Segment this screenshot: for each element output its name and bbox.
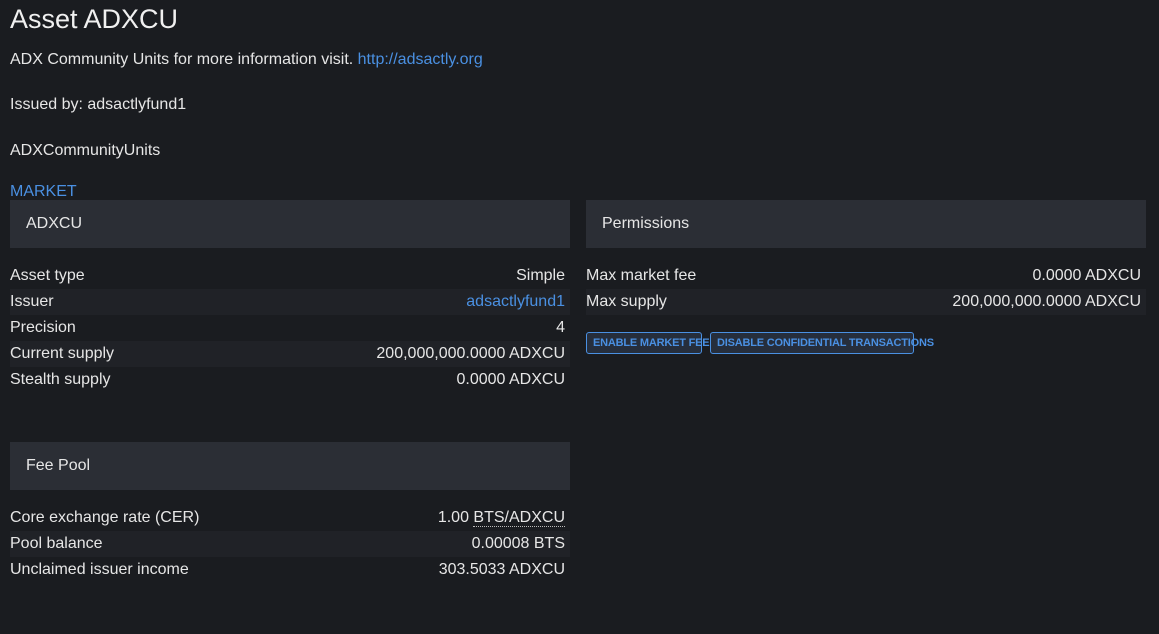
table-row: Core exchange rate (CER) 1.00 BTS/ADXCU [10, 505, 570, 531]
issued-by: Issued by: adsactlyfund1 [10, 96, 187, 113]
row-value: 4 [556, 319, 565, 336]
row-label: Stealth supply [10, 371, 111, 388]
fee-pool-panel-header: Fee Pool [10, 442, 570, 490]
summary-panel-header: ADXCU [10, 200, 570, 248]
row-value: 303.5033 ADXCU [438, 561, 565, 578]
summary-table: Asset type Simple Issuer adsactlyfund1 P… [10, 263, 570, 393]
row-value: 0.00008 BTS [471, 535, 565, 552]
row-value: 0.0000 ADXCU [456, 371, 565, 388]
row-label: Current supply [10, 345, 115, 362]
fee-pool-table: Core exchange rate (CER) 1.00 BTS/ADXCU … [10, 505, 570, 583]
page-title: Asset ADXCU [10, 4, 179, 34]
asset-short-name: ADXCommunityUnits [10, 142, 161, 159]
row-value: 200,000,000.0000 ADXCU [376, 345, 565, 362]
row-value: 0.0000 ADXCU [1032, 267, 1141, 284]
row-label: Max supply [586, 293, 667, 310]
cer-unit: BTS/ADXCU [473, 509, 565, 527]
market-link[interactable]: MARKET [10, 183, 77, 201]
row-value: Simple [516, 267, 565, 284]
issuer-link[interactable]: adsactlyfund1 [466, 289, 565, 315]
enable-market-fee-button[interactable]: ENABLE MARKET FEE [586, 332, 710, 354]
row-label: Max market fee [586, 267, 697, 284]
table-row: Asset type Simple [10, 263, 570, 289]
row-value: 200,000,000.0000 ADXCU [952, 293, 1141, 310]
table-row: Issuer adsactlyfund1 [10, 289, 570, 315]
description-link[interactable]: http://adsactly.org [358, 51, 483, 68]
row-label: Precision [10, 319, 76, 336]
row-label: Issuer [10, 293, 54, 310]
row-label: Core exchange rate (CER) [10, 509, 200, 526]
table-row: Stealth supply 0.0000 ADXCU [10, 367, 570, 393]
row-label: Pool balance [10, 535, 103, 552]
table-row: Pool balance 0.00008 BTS [10, 531, 570, 557]
row-label: Unclaimed issuer income [10, 561, 189, 578]
permissions-panel-header: Permissions [586, 200, 1146, 248]
table-row: Precision 4 [10, 315, 570, 341]
table-row: Max supply 200,000,000.0000 ADXCU [586, 289, 1146, 315]
row-value: 1.00 BTS/ADXCU [438, 505, 565, 531]
disable-confidential-transactions-button[interactable]: DISABLE CONFIDENTIAL TRANSACTIONS [710, 332, 934, 354]
asset-page: Asset ADXCU ADX Community Units for more… [0, 0, 1159, 634]
cer-amount: 1.00 [437, 509, 474, 526]
table-row: Current supply 200,000,000.0000 ADXCU [10, 341, 570, 367]
table-row: Max market fee 0.0000 ADXCU [586, 263, 1146, 289]
asset-description: ADX Community Units for more information… [10, 51, 483, 69]
permissions-table: Max market fee 0.0000 ADXCU Max supply 2… [586, 263, 1146, 315]
description-text: ADX Community Units for more information… [10, 51, 354, 68]
table-row: Unclaimed issuer income 303.5033 ADXCU [10, 557, 570, 583]
row-label: Asset type [10, 267, 85, 284]
